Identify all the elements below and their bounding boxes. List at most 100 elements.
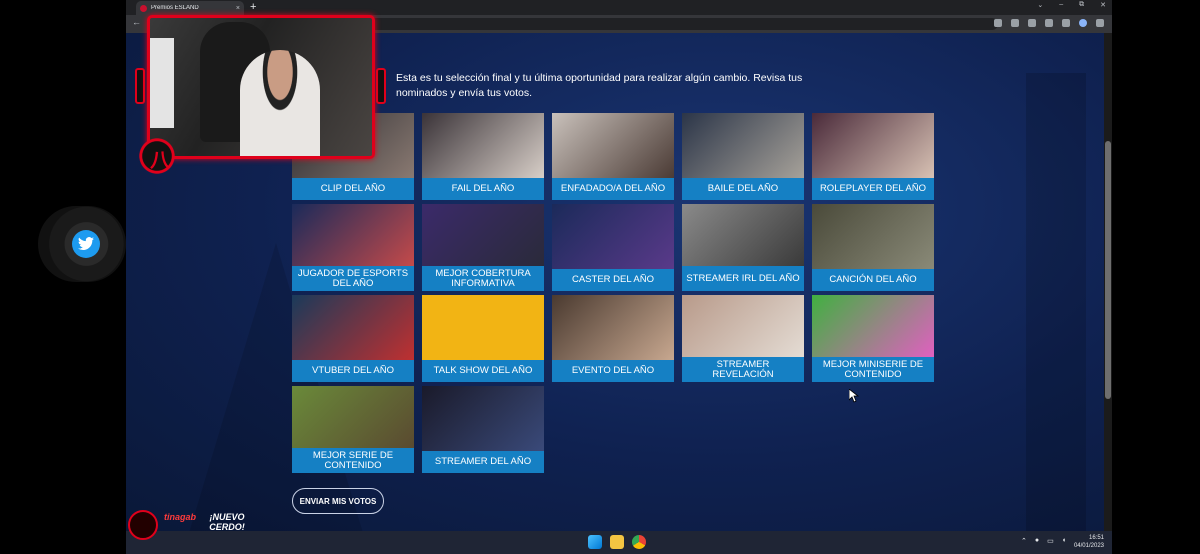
nominee-category-label: STREAMER IRL DEL AÑO (682, 266, 804, 291)
twitter-icon (72, 230, 100, 258)
nominee-card[interactable]: TALK SHOW DEL AÑO (422, 295, 544, 382)
nominee-category-label: ENFADADO/A DEL AÑO (552, 178, 674, 200)
tab-close-icon[interactable]: × (236, 5, 240, 12)
alert-logo-icon (128, 510, 158, 540)
browser-tab[interactable]: Premios ESLAND × (136, 1, 244, 15)
nominee-category-label: JUGADOR DE ESPORTS DEL AÑO (292, 266, 414, 291)
stream-logo-icon: 八 (137, 136, 187, 176)
clock-time: 16:51 (1088, 535, 1104, 541)
close-window-icon[interactable]: ✕ (1100, 1, 1106, 9)
nominee-category-label: CLIP DEL AÑO (292, 178, 414, 200)
clock-date: 04/01/2023 (1073, 543, 1104, 549)
tab-title: Premios ESLAND (151, 5, 199, 11)
chrome-icon[interactable] (632, 535, 646, 549)
windows-start-icon[interactable] (588, 535, 602, 549)
nominee-thumbnail (552, 113, 674, 179)
nominee-thumbnail (292, 386, 414, 448)
microphone-icon[interactable]: ● (1035, 537, 1039, 545)
stream-logo-glyph: 八 (150, 150, 170, 172)
nominee-category-label: STREAMER REVELACIÓN (682, 357, 804, 382)
windows-taskbar: ⌃ ● ▭ ◖ 16:51 04/01/2023 (126, 531, 1112, 554)
nominee-card[interactable]: STREAMER DEL AÑO (422, 386, 544, 473)
twitter-widget (38, 206, 126, 282)
nominee-category-label: BAILE DEL AÑO (682, 178, 804, 200)
nominee-card[interactable]: MEJOR COBERTURA INFORMATIVA (422, 204, 544, 291)
nominee-thumbnail (422, 113, 544, 179)
webcam-frame-bar (376, 68, 386, 104)
share-icon[interactable] (1011, 19, 1019, 27)
nominee-card[interactable]: CANCIÓN DEL AÑO (812, 204, 934, 291)
nominee-card[interactable]: MEJOR SERIE DE CONTENIDO (292, 386, 414, 473)
bookmark-star-icon[interactable] (1028, 19, 1036, 27)
minimize-icon[interactable]: – (1059, 1, 1063, 9)
nominee-card[interactable]: ROLEPLAYER DEL AÑO (812, 113, 934, 200)
alert-username: tinagab (164, 512, 197, 522)
nominee-card[interactable]: STREAMER IRL DEL AÑO (682, 204, 804, 291)
nominee-card[interactable]: JUGADOR DE ESPORTS DEL AÑO (292, 204, 414, 291)
browser-tab-bar: Premios ESLAND × + ⌄ – ⧉ ✕ (126, 0, 1112, 15)
nominee-thumbnail (812, 204, 934, 270)
nominee-thumbnail (682, 295, 804, 357)
nominee-thumbnail (422, 204, 544, 266)
submit-votes-button[interactable]: ENVIAR MIS VOTOS (292, 488, 384, 514)
nominee-thumbnail (422, 295, 544, 361)
page-scrollbar[interactable] (1104, 33, 1112, 531)
nominee-category-label: TALK SHOW DEL AÑO (422, 360, 544, 382)
taskbar-clock[interactable]: 16:51 04/01/2023 (1074, 534, 1104, 550)
nominee-thumbnail (812, 295, 934, 357)
puzzle-icon[interactable] (1045, 19, 1053, 27)
nominees-grid: CLIP DEL AÑO FAIL DEL AÑO ENFADADO/A DEL A… (292, 113, 942, 475)
new-tab-button[interactable]: + (250, 0, 256, 14)
nominee-card[interactable]: FAIL DEL AÑO (422, 113, 544, 200)
nominee-card[interactable]: VTUBER DEL AÑO (292, 295, 414, 382)
kebab-menu-icon[interactable] (1096, 19, 1104, 27)
intro-text: Esta es tu selección final y tu última o… (396, 72, 803, 99)
side-panel-icon[interactable] (1062, 19, 1070, 27)
webcam-person (240, 50, 320, 156)
webcam-frame-bar (135, 68, 145, 104)
tab-search-icon[interactable]: ⌄ (1037, 1, 1043, 9)
nominee-thumbnail (682, 113, 804, 179)
nominee-card[interactable]: ENFADADO/A DEL AÑO (552, 113, 674, 200)
nominee-card[interactable]: CASTER DEL AÑO (552, 204, 674, 291)
chevron-up-icon[interactable]: ⌃ (1021, 537, 1027, 545)
nominee-category-label: EVENTO DEL AÑO (552, 360, 674, 382)
volume-icon[interactable]: ◖ (1062, 537, 1066, 545)
nominee-category-label: CANCIÓN DEL AÑO (812, 269, 934, 291)
nominee-category-label: CASTER DEL AÑO (552, 269, 674, 291)
nominee-card[interactable]: EVENTO DEL AÑO (552, 295, 674, 382)
alert-message: ¡NUEVO CERDO! (209, 512, 245, 532)
nominee-card[interactable]: MEJOR MINISERIE DE CONTENIDO (812, 295, 934, 382)
stream-alert: tinagab ¡NUEVO CERDO! (126, 506, 266, 546)
system-tray: ⌃ ● ▭ ◖ (1021, 537, 1066, 545)
nominee-category-label: MEJOR COBERTURA INFORMATIVA (422, 266, 544, 291)
nominee-category-label: MEJOR MINISERIE DE CONTENIDO (812, 357, 934, 382)
nominee-category-label: VTUBER DEL AÑO (292, 360, 414, 382)
nominee-category-label: MEJOR SERIE DE CONTENIDO (292, 448, 414, 473)
extension-icon[interactable] (994, 19, 1002, 27)
extension-icons (994, 19, 1104, 27)
profile-avatar-icon[interactable] (1079, 19, 1087, 27)
nominee-card[interactable]: STREAMER REVELACIÓN (682, 295, 804, 382)
scrollbar-thumb[interactable] (1105, 141, 1111, 399)
nominee-thumbnail (682, 204, 804, 266)
nominee-thumbnail (292, 295, 414, 361)
nominee-category-label: STREAMER DEL AÑO (422, 451, 544, 473)
nominee-category-label: FAIL DEL AÑO (422, 178, 544, 200)
background-decoration (1026, 73, 1086, 531)
back-arrow-icon[interactable]: ← (132, 17, 141, 27)
nominee-thumbnail (552, 295, 674, 361)
taskbar-apps (588, 535, 646, 549)
monitor-icon[interactable]: ▭ (1047, 537, 1054, 545)
nominee-card[interactable]: BAILE DEL AÑO (682, 113, 804, 200)
webcam-background (150, 38, 174, 128)
nominee-thumbnail (812, 113, 934, 179)
nominee-thumbnail (422, 386, 544, 452)
window-controls: ⌄ – ⧉ ✕ (1037, 1, 1106, 9)
nominee-thumbnail (552, 204, 674, 270)
restore-icon[interactable]: ⧉ (1079, 1, 1084, 9)
nominee-category-label: ROLEPLAYER DEL AÑO (812, 178, 934, 200)
nominee-thumbnail (292, 204, 414, 266)
favicon-icon (140, 4, 147, 12)
file-explorer-icon[interactable] (610, 535, 624, 549)
